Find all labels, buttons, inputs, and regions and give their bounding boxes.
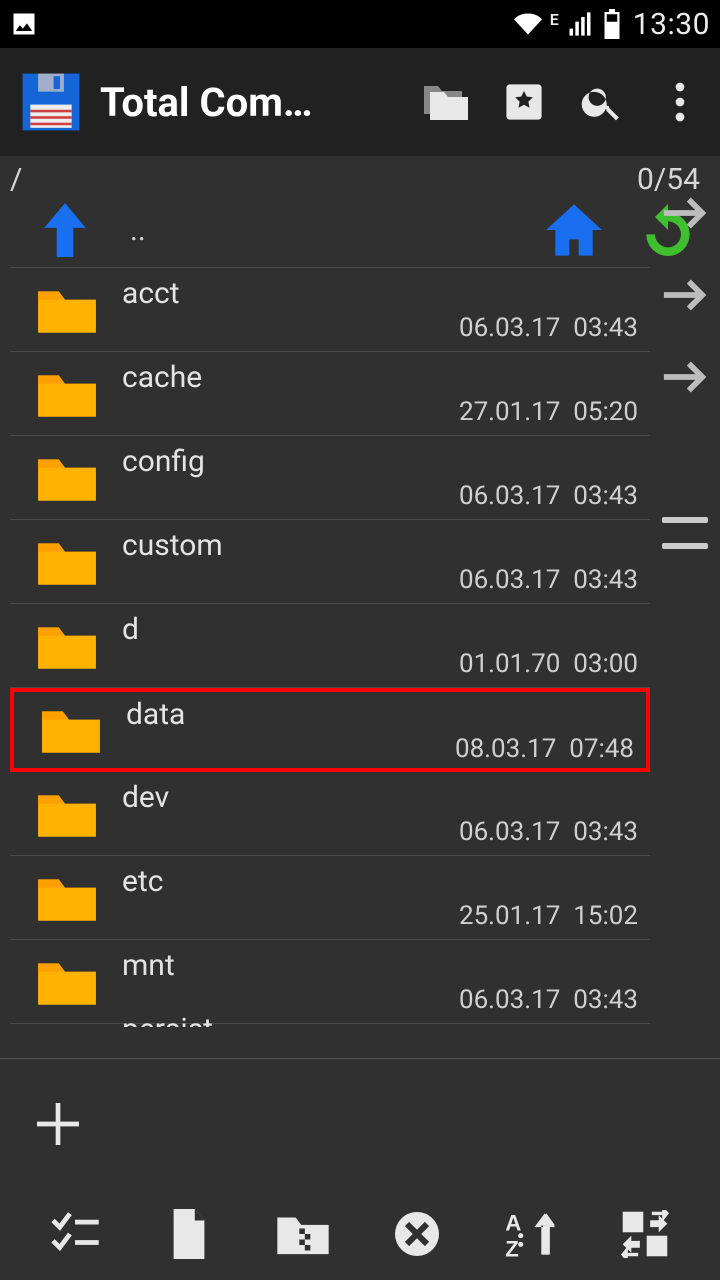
drag-handle-icon[interactable]	[662, 517, 708, 549]
file-meta-label: 06.03.17 03:43	[122, 481, 644, 511]
folder-icon	[12, 285, 122, 335]
archive-folder-icon[interactable]	[275, 1206, 331, 1262]
folder-icon	[12, 537, 122, 587]
history-forward-icon[interactable]	[662, 277, 708, 313]
list-item[interactable]: acct 06.03.17 03:43	[10, 268, 650, 352]
current-path-label: /	[10, 162, 22, 197]
position-label: 0/54	[637, 162, 700, 197]
folder-icon	[16, 705, 126, 755]
file-meta-label: 08.03.17 07:48	[126, 734, 640, 764]
status-clock: 13:30	[633, 7, 710, 42]
bottom-toolbar: A Z	[0, 1188, 720, 1280]
list-item[interactable]: data 08.03.17 07:48	[10, 688, 650, 772]
list-item[interactable]: d 01.01.70 03:00	[10, 604, 650, 688]
file-name-label: d	[122, 612, 644, 647]
file-meta-label: 01.01.70 03:00	[122, 649, 644, 679]
status-bar: E 13:30	[0, 0, 720, 48]
search-icon[interactable]	[578, 78, 626, 126]
file-meta-label: 06.03.17 03:43	[122, 817, 644, 847]
battery-icon	[601, 9, 623, 39]
folder-icon	[12, 789, 122, 839]
swap-panels-icon[interactable]	[617, 1206, 673, 1262]
add-bar	[0, 1058, 720, 1188]
file-meta-label: 27.01.17 05:20	[122, 397, 644, 427]
list-item[interactable]: persist 06.03.17 03:43	[10, 1024, 650, 1027]
tabs-icon[interactable]	[422, 78, 470, 126]
file-name-label: persist	[122, 1012, 644, 1027]
file-name-label: dev	[122, 780, 644, 815]
file-name-label: acct	[122, 276, 644, 311]
file-name-label: etc	[122, 864, 644, 899]
network-type-label: E	[550, 10, 559, 29]
svg-text:Z: Z	[505, 1236, 519, 1258]
file-meta-label: 06.03.17 03:43	[122, 985, 644, 1015]
history-forward-icon[interactable]	[662, 359, 708, 395]
folder-icon	[12, 369, 122, 419]
history-forward-icon[interactable]	[662, 195, 708, 231]
app-bar: Total Com…	[0, 48, 720, 156]
sort-icon[interactable]: A Z	[503, 1206, 559, 1262]
wifi-icon	[512, 10, 544, 38]
svg-text:A: A	[505, 1211, 521, 1236]
file-name-label: mnt	[122, 948, 644, 983]
up-arrow-icon[interactable]	[10, 203, 120, 257]
file-meta-label: 25.01.17 15:02	[122, 901, 644, 931]
bookmark-icon[interactable]	[500, 78, 548, 126]
file-list[interactable]: acct 06.03.17 03:43 cache 27.01.17 05:20…	[10, 267, 650, 1027]
picture-icon	[10, 10, 38, 38]
list-item[interactable]: dev 06.03.17 03:43	[10, 772, 650, 856]
file-name-label: data	[126, 697, 640, 732]
list-item[interactable]: config 06.03.17 03:43	[10, 436, 650, 520]
side-rail	[650, 195, 720, 549]
folder-icon	[12, 957, 122, 1007]
overflow-menu-icon[interactable]	[656, 78, 704, 126]
folder-icon	[12, 621, 122, 671]
delete-cancel-icon[interactable]	[389, 1206, 445, 1262]
file-meta-label: 06.03.17 03:43	[122, 313, 644, 343]
file-name-label: cache	[122, 360, 644, 395]
folder-icon	[12, 873, 122, 923]
file-meta-label: 06.03.17 03:43	[122, 565, 644, 595]
folder-icon	[12, 453, 122, 503]
signal-icon	[565, 10, 595, 38]
nav-row: ..	[0, 201, 720, 267]
home-icon[interactable]	[546, 204, 602, 256]
list-item[interactable]: custom 06.03.17 03:43	[10, 520, 650, 604]
app-title: Total Com…	[100, 79, 312, 126]
app-logo-floppy-icon	[20, 71, 82, 133]
file-name-label: custom	[122, 528, 644, 563]
file-name-label: config	[122, 444, 644, 479]
add-button[interactable]	[30, 1096, 86, 1152]
list-item[interactable]: cache 27.01.17 05:20	[10, 352, 650, 436]
parent-dir-label[interactable]: ..	[120, 213, 546, 248]
select-icon[interactable]	[47, 1206, 103, 1262]
path-row: / 0/54	[0, 156, 720, 201]
list-item[interactable]: etc 25.01.17 15:02	[10, 856, 650, 940]
file-icon[interactable]	[161, 1206, 217, 1262]
